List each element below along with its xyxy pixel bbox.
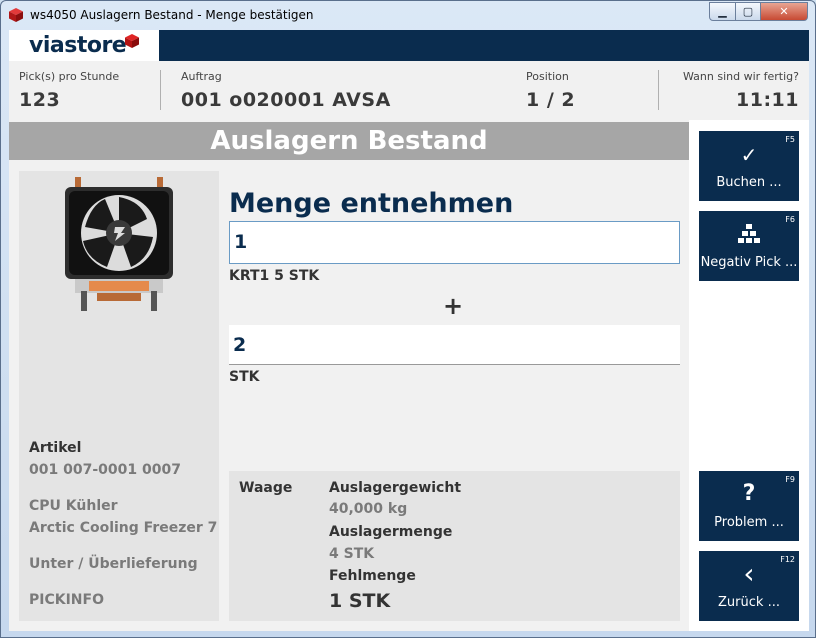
order-info: Auftrag 001 o020001 AVSA (181, 61, 511, 120)
close-button[interactable]: ✕ (760, 2, 808, 21)
logo-cube-icon (125, 34, 139, 48)
article-label: Artikel (29, 440, 82, 456)
logo: viastore (9, 30, 159, 61)
app-window: ws4050 Auslagern Bestand - Menge bestäti… (0, 0, 816, 638)
eta-info: Wann sind wir fertig? 11:11 (669, 61, 799, 120)
weight-label: Auslagergewicht (329, 480, 462, 496)
close-icon: ✕ (779, 5, 789, 18)
boxes-stack-icon (738, 224, 760, 243)
pick-qty-value: 4 STK (329, 546, 375, 562)
article-number: 001 007-0001 0007 (29, 462, 181, 478)
app-cube-icon (9, 8, 23, 22)
unit-label-1: KRT1 5 STK (229, 268, 320, 284)
order-value: 001 o020001 AVSA (181, 89, 391, 111)
eta-value: 11:11 (736, 89, 799, 111)
book-label: Buchen ... (716, 175, 782, 190)
position-label: Position (526, 70, 569, 83)
fkey-label: F6 (785, 215, 795, 224)
pickinfo: PICKINFO (29, 592, 104, 608)
unit-label-2: STK (229, 369, 260, 385)
missing-qty-label: Fehlmenge (329, 568, 416, 584)
article-name-line1: CPU Kühler (29, 498, 118, 514)
title-bar[interactable]: ws4050 Auslagern Bestand - Menge bestäti… (1, 1, 815, 30)
divider (658, 70, 659, 110)
cpu-cooler-fan-image (65, 177, 173, 311)
divider (160, 70, 161, 110)
check-icon: ✓ (740, 143, 758, 167)
picks-per-hour: Pick(s) pro Stunde 123 (19, 61, 159, 120)
back-button[interactable]: F12 ‹ Zurück ... (699, 551, 799, 621)
article-panel: Artikel 001 007-0001 0007 CPU Kühler Arc… (19, 171, 219, 621)
scale-panel: Waage Auslagergewicht 40,000 kg Auslager… (229, 471, 680, 621)
picks-value: 123 (19, 89, 61, 111)
missing-qty-value: 1 STK (329, 590, 391, 612)
negative-pick-button[interactable]: F6 Negativ Pick ... (699, 211, 799, 281)
client-area: viastore Pick(s) pro Stunde 123 Auftrag … (9, 30, 809, 631)
quantity-input-1[interactable]: 1 (229, 221, 680, 264)
negative-pick-label: Negativ Pick ... (700, 255, 798, 270)
maximize-button[interactable]: ▢ (735, 2, 761, 21)
page-title: Auslagern Bestand (9, 122, 689, 160)
question-icon: ? (742, 481, 756, 506)
eta-label: Wann sind wir fertig? (682, 70, 799, 83)
position-info: Position 1 / 2 (526, 61, 646, 120)
pick-qty-label: Auslagermenge (329, 524, 453, 540)
logo-text: viastore (29, 33, 127, 58)
section-title: Menge entnehmen (229, 188, 514, 219)
order-label: Auftrag (181, 70, 222, 83)
article-name-line2: Arctic Cooling Freezer 7 (29, 520, 218, 536)
info-bar: Pick(s) pro Stunde 123 Auftrag 001 o0200… (9, 61, 809, 120)
problem-label: Problem ... (714, 515, 784, 530)
plus-sign: + (443, 292, 464, 320)
position-value: 1 / 2 (526, 89, 576, 111)
scale-label: Waage (239, 480, 293, 496)
quantity-input-2[interactable]: 2 (229, 325, 680, 365)
picks-label: Pick(s) pro Stunde (19, 70, 120, 83)
weight-value: 40,000 kg (329, 501, 408, 517)
minimize-icon: ▁ (718, 5, 727, 18)
delivery-tolerance: Unter / Überlieferung (29, 556, 198, 572)
problem-button[interactable]: F9 ? Problem ... (699, 471, 799, 541)
minimize-button[interactable]: ▁ (709, 2, 736, 21)
chevron-left-icon: ‹ (743, 557, 755, 590)
window-title: ws4050 Auslagern Bestand - Menge bestäti… (30, 8, 314, 22)
book-button[interactable]: F5 ✓ Buchen ... (699, 131, 799, 201)
main-panel: Auslagern Bestand Artikel 001 007-0001 0… (9, 120, 689, 631)
back-label: Zurück ... (718, 595, 780, 610)
maximize-icon: ▢ (742, 5, 754, 18)
brand-bar: viastore (9, 30, 809, 61)
